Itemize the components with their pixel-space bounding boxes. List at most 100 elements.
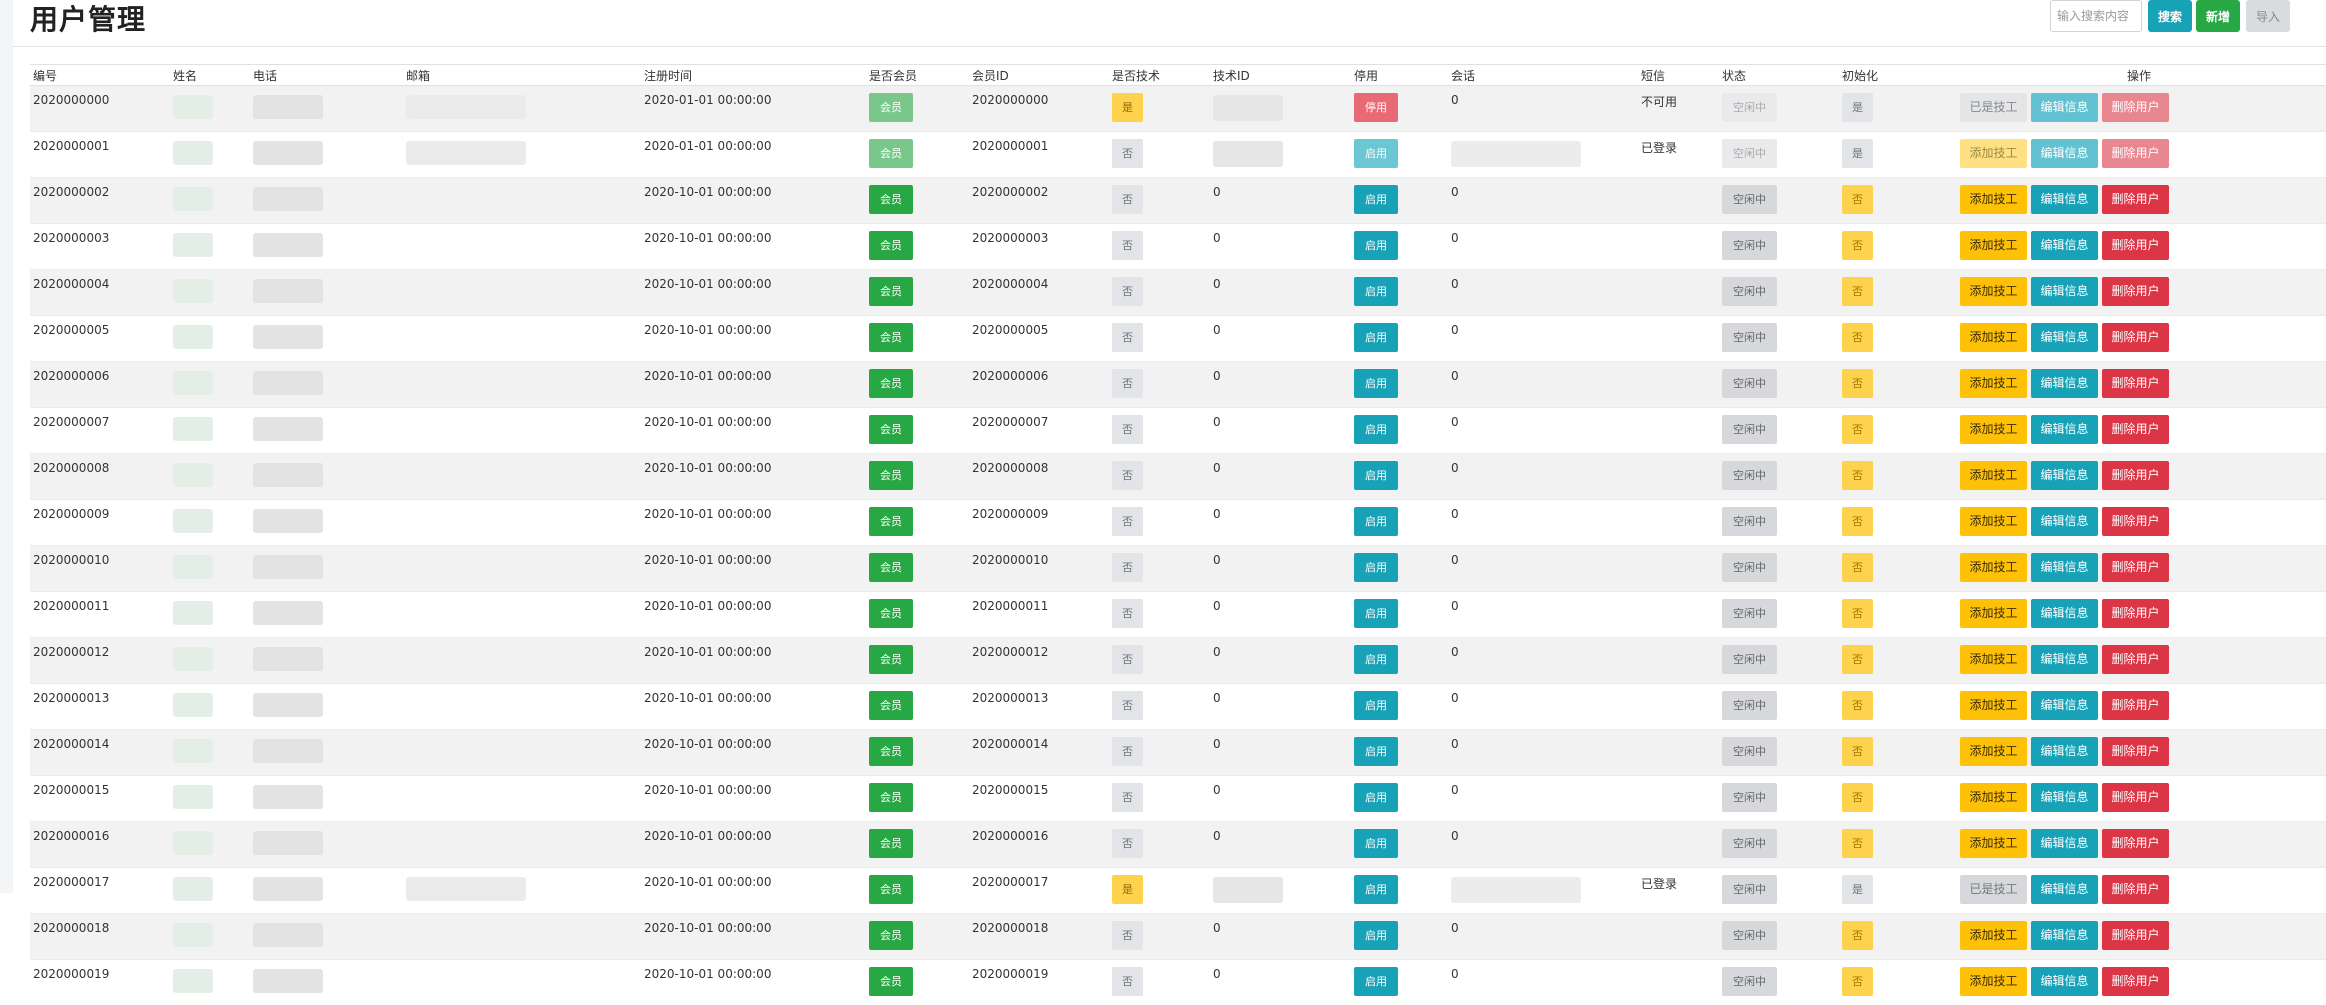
edit-user-button[interactable]: 编辑信息 — [2031, 185, 2098, 214]
add-tech-button[interactable]: 添加技工 — [1960, 829, 2027, 858]
col-header-register-time[interactable]: 注册时间 — [641, 65, 866, 86]
toggle-enable-button[interactable]: 启用 — [1354, 967, 1398, 996]
init-badge[interactable]: 否 — [1842, 277, 1873, 306]
col-header-sms[interactable]: 短信 — [1638, 65, 1719, 86]
init-badge[interactable]: 否 — [1842, 231, 1873, 260]
init-badge[interactable]: 否 — [1842, 921, 1873, 950]
delete-user-button[interactable]: 删除用户 — [2102, 967, 2169, 996]
edit-user-button[interactable]: 编辑信息 — [2031, 599, 2098, 628]
toggle-enable-button[interactable]: 启用 — [1354, 645, 1398, 674]
add-tech-button[interactable]: 添加技工 — [1960, 921, 2027, 950]
edit-user-button[interactable]: 编辑信息 — [2031, 415, 2098, 444]
edit-user-button[interactable]: 编辑信息 — [2031, 277, 2098, 306]
add-tech-button[interactable]: 添加技工 — [1960, 185, 2027, 214]
col-header-disable[interactable]: 停用 — [1351, 65, 1448, 86]
delete-user-button[interactable]: 删除用户 — [2102, 829, 2169, 858]
add-tech-button[interactable]: 添加技工 — [1960, 691, 2027, 720]
edit-user-button[interactable]: 编辑信息 — [2031, 691, 2098, 720]
add-tech-button[interactable]: 添加技工 — [1960, 737, 2027, 766]
toggle-enable-button[interactable]: 启用 — [1354, 875, 1398, 904]
toggle-enable-button[interactable]: 启用 — [1354, 185, 1398, 214]
add-tech-button[interactable]: 添加技工 — [1960, 645, 2027, 674]
edit-user-button[interactable]: 编辑信息 — [2031, 507, 2098, 536]
edit-user-button[interactable]: 编辑信息 — [2031, 93, 2098, 122]
delete-user-button[interactable]: 删除用户 — [2102, 461, 2169, 490]
toggle-enable-button[interactable]: 启用 — [1354, 415, 1398, 444]
add-tech-button[interactable]: 添加技工 — [1960, 231, 2027, 260]
delete-user-button[interactable]: 删除用户 — [2102, 185, 2169, 214]
col-header-tech-id[interactable]: 技术ID — [1210, 65, 1351, 86]
edit-user-button[interactable]: 编辑信息 — [2031, 737, 2098, 766]
delete-user-button[interactable]: 删除用户 — [2102, 921, 2169, 950]
edit-user-button[interactable]: 编辑信息 — [2031, 921, 2098, 950]
col-header-status[interactable]: 状态 — [1719, 65, 1839, 86]
init-badge[interactable]: 否 — [1842, 691, 1873, 720]
col-header-session[interactable]: 会话 — [1448, 65, 1638, 86]
delete-user-button[interactable]: 删除用户 — [2102, 645, 2169, 674]
toggle-enable-button[interactable]: 启用 — [1354, 829, 1398, 858]
delete-user-button[interactable]: 删除用户 — [2102, 277, 2169, 306]
init-badge[interactable]: 否 — [1842, 369, 1873, 398]
init-badge[interactable]: 否 — [1842, 507, 1873, 536]
delete-user-button[interactable]: 删除用户 — [2102, 369, 2169, 398]
toggle-enable-button[interactable]: 启用 — [1354, 691, 1398, 720]
init-badge[interactable]: 否 — [1842, 323, 1873, 352]
init-badge[interactable]: 否 — [1842, 737, 1873, 766]
col-header-init[interactable]: 初始化 — [1839, 65, 1949, 86]
delete-user-button[interactable]: 删除用户 — [2102, 415, 2169, 444]
delete-user-button[interactable]: 删除用户 — [2102, 507, 2169, 536]
delete-user-button[interactable]: 删除用户 — [2102, 599, 2169, 628]
edit-user-button[interactable]: 编辑信息 — [2031, 553, 2098, 582]
edit-user-button[interactable]: 编辑信息 — [2031, 369, 2098, 398]
edit-user-button[interactable]: 编辑信息 — [2031, 231, 2098, 260]
add-tech-button[interactable]: 添加技工 — [1960, 323, 2027, 352]
col-header-is-tech[interactable]: 是否技术 — [1109, 65, 1210, 86]
delete-user-button[interactable]: 删除用户 — [2102, 93, 2169, 122]
edit-user-button[interactable]: 编辑信息 — [2031, 323, 2098, 352]
import-button[interactable]: 导入 — [2246, 0, 2290, 32]
edit-user-button[interactable]: 编辑信息 — [2031, 967, 2098, 996]
toggle-enable-button[interactable]: 启用 — [1354, 507, 1398, 536]
init-badge[interactable]: 否 — [1842, 829, 1873, 858]
init-badge[interactable]: 否 — [1842, 553, 1873, 582]
delete-user-button[interactable]: 删除用户 — [2102, 783, 2169, 812]
add-tech-button[interactable]: 添加技工 — [1960, 139, 2027, 168]
add-tech-button[interactable]: 添加技工 — [1960, 553, 2027, 582]
delete-user-button[interactable]: 删除用户 — [2102, 691, 2169, 720]
init-badge[interactable]: 否 — [1842, 185, 1873, 214]
edit-user-button[interactable]: 编辑信息 — [2031, 783, 2098, 812]
toggle-enable-button[interactable]: 启用 — [1354, 599, 1398, 628]
delete-user-button[interactable]: 删除用户 — [2102, 323, 2169, 352]
search-input[interactable] — [2050, 0, 2142, 32]
toggle-enable-button[interactable]: 启用 — [1354, 277, 1398, 306]
init-badge[interactable]: 否 — [1842, 783, 1873, 812]
add-tech-button[interactable]: 添加技工 — [1960, 461, 2027, 490]
col-header-member-id[interactable]: 会员ID — [969, 65, 1109, 86]
add-tech-button[interactable]: 添加技工 — [1960, 599, 2027, 628]
init-badge[interactable]: 否 — [1842, 645, 1873, 674]
init-badge[interactable]: 是 — [1842, 93, 1873, 122]
init-badge[interactable]: 是 — [1842, 875, 1873, 904]
toggle-enable-button[interactable]: 启用 — [1354, 461, 1398, 490]
col-header-name[interactable]: 姓名 — [170, 65, 250, 86]
add-tech-button[interactable]: 添加技工 — [1960, 783, 2027, 812]
delete-user-button[interactable]: 删除用户 — [2102, 139, 2169, 168]
toggle-enable-button[interactable]: 停用 — [1354, 93, 1398, 122]
toggle-enable-button[interactable]: 启用 — [1354, 231, 1398, 260]
add-tech-button[interactable]: 添加技工 — [1960, 277, 2027, 306]
toggle-enable-button[interactable]: 启用 — [1354, 139, 1398, 168]
add-tech-button[interactable]: 添加技工 — [1960, 967, 2027, 996]
edit-user-button[interactable]: 编辑信息 — [2031, 461, 2098, 490]
add-tech-button[interactable]: 添加技工 — [1960, 369, 2027, 398]
edit-user-button[interactable]: 编辑信息 — [2031, 645, 2098, 674]
toggle-enable-button[interactable]: 启用 — [1354, 369, 1398, 398]
add-tech-button[interactable]: 已是技工 — [1960, 93, 2027, 122]
col-header-id[interactable]: 编号 — [30, 65, 170, 86]
col-header-email[interactable]: 邮箱 — [403, 65, 641, 86]
col-header-is-member[interactable]: 是否会员 — [866, 65, 969, 86]
toggle-enable-button[interactable]: 启用 — [1354, 921, 1398, 950]
toggle-enable-button[interactable]: 启用 — [1354, 323, 1398, 352]
toggle-enable-button[interactable]: 启用 — [1354, 553, 1398, 582]
delete-user-button[interactable]: 删除用户 — [2102, 553, 2169, 582]
edit-user-button[interactable]: 编辑信息 — [2031, 875, 2098, 904]
